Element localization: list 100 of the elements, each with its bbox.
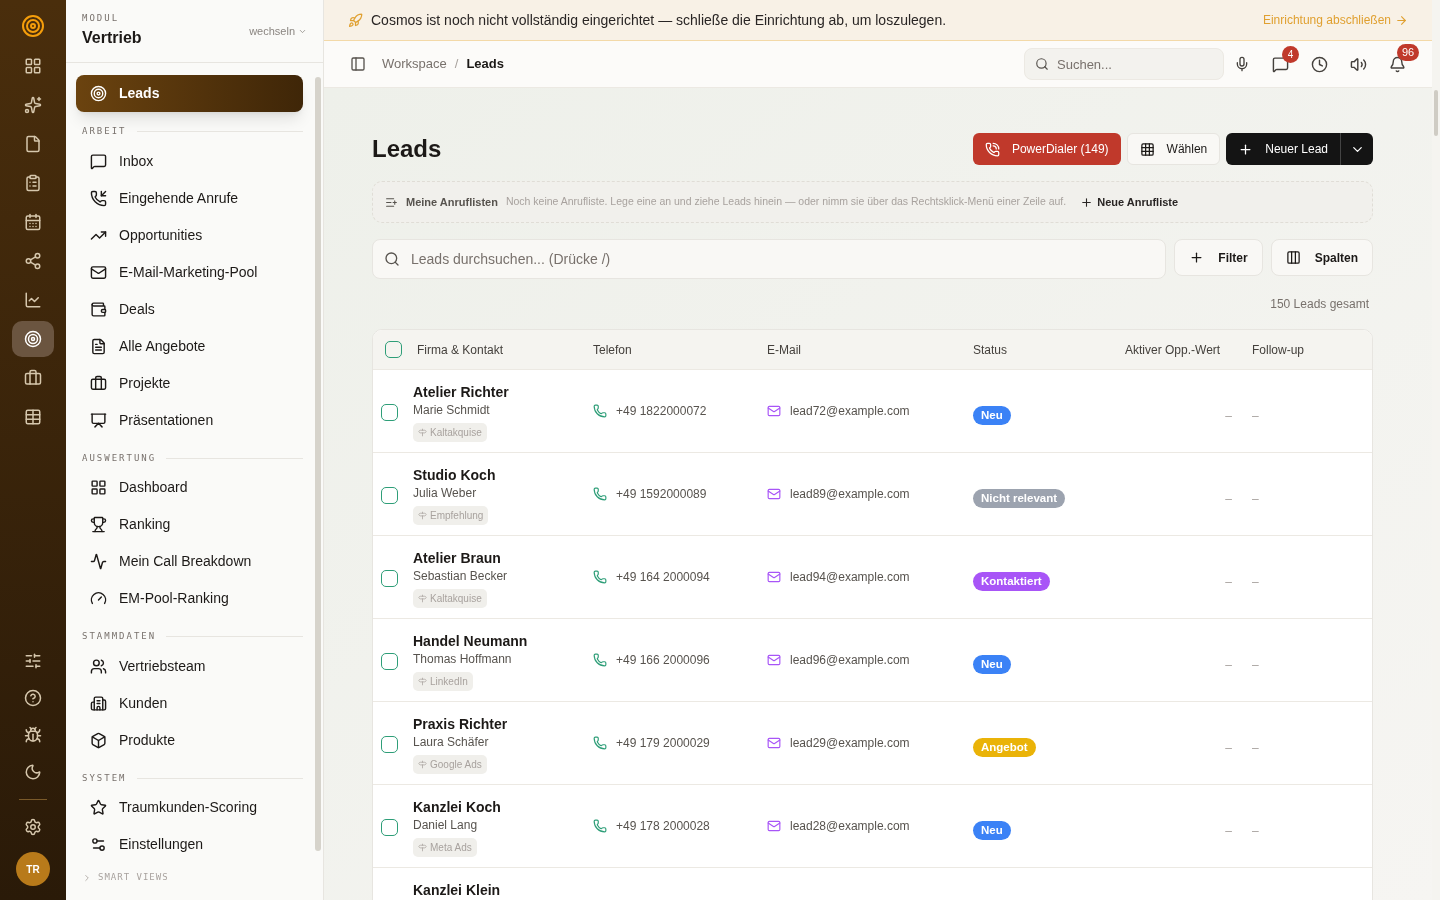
checkbox[interactable]: [381, 819, 398, 836]
sidebar-item[interactable]: Präsentationen: [76, 401, 303, 439]
document-icon: [90, 337, 107, 355]
mail-icon: [767, 736, 781, 750]
help-icon[interactable]: [24, 689, 42, 707]
phone-number[interactable]: +49 1592000089: [616, 485, 707, 503]
section-heading: AUSWERTUNG: [82, 451, 157, 465]
moon-icon[interactable]: [24, 763, 42, 781]
breadcrumb-link[interactable]: Workspace: [382, 54, 447, 74]
email-address[interactable]: lead94@example.com: [790, 568, 910, 586]
sidebar-item[interactable]: Dashboard: [76, 469, 303, 506]
column-header[interactable]: Follow-up: [1252, 342, 1305, 357]
email-address[interactable]: lead29@example.com: [790, 734, 910, 752]
mail-icon: [767, 487, 781, 501]
column-header[interactable]: Telefon: [593, 342, 632, 357]
sidebar-item[interactable]: Eingehende Anrufe: [76, 179, 303, 217]
opp-value: –: [1225, 409, 1232, 423]
email-address[interactable]: lead89@example.com: [790, 485, 910, 503]
sidebar-item[interactable]: Leads: [76, 75, 303, 112]
sidebar-item[interactable]: Inbox: [76, 142, 303, 180]
sidebar-item[interactable]: Produkte: [76, 721, 303, 759]
email-address[interactable]: lead28@example.com: [790, 817, 910, 835]
sidebar-item[interactable]: Alle Angebote: [76, 327, 303, 365]
phone-number[interactable]: +49 1822000072: [616, 402, 707, 420]
company-name[interactable]: Handel Neumann: [413, 632, 528, 650]
module-switch[interactable]: wechseln: [249, 22, 307, 40]
company-name[interactable]: Studio Koch: [413, 466, 496, 484]
speaker-icon[interactable]: [1350, 55, 1367, 73]
sidebar-toggle-icon[interactable]: [350, 56, 366, 72]
company-name[interactable]: Atelier Richter: [413, 383, 509, 401]
column-header[interactable]: Aktiver Opp.-Wert: [1125, 342, 1221, 357]
status-badge: Neu: [973, 655, 1011, 674]
signpost-icon: [418, 428, 427, 437]
search-icon: [384, 251, 400, 267]
clock-icon[interactable]: [1311, 55, 1328, 73]
follow-up: –: [1252, 409, 1259, 423]
source-tag: Kaltakquise: [413, 589, 487, 608]
building-icon: [90, 694, 107, 712]
count-badge: 96: [1397, 43, 1419, 61]
column-header[interactable]: E-Mail: [767, 342, 801, 357]
messages-icon[interactable]: [1272, 55, 1289, 73]
count-badge: 4: [1282, 45, 1299, 63]
notifications-icon[interactable]: [1389, 55, 1406, 73]
checkbox[interactable]: [385, 341, 402, 358]
user-avatar[interactable]: TR: [16, 852, 50, 886]
banner-text: Cosmos ist noch nicht vollständig eingerichtet — schließe die Einrichtung ab, um loszulegen.: [371, 10, 947, 30]
phone-number[interactable]: +49 179 2000029: [616, 734, 710, 752]
contact-name: Thomas Hoffmann: [413, 651, 512, 668]
contact-name: Julia Weber: [413, 485, 477, 502]
company-name[interactable]: Kanzlei Klein: [413, 881, 501, 899]
sliders-icon[interactable]: [24, 652, 42, 670]
sidebar-item[interactable]: Projekte: [76, 364, 303, 402]
checkbox[interactable]: [381, 570, 398, 587]
sidebar-item[interactable]: EM-Pool-Ranking: [76, 580, 303, 617]
email-address[interactable]: lead96@example.com: [790, 651, 910, 669]
leads-search-field[interactable]: Leads durchsuchen... (Drücke /): [372, 239, 1167, 279]
sidebar-item[interactable]: E-Mail-Marketing-Pool: [76, 253, 303, 291]
phone-number[interactable]: +49 166 2000096: [616, 651, 710, 669]
company-name[interactable]: Kanzlei Koch: [413, 798, 501, 816]
filter-button[interactable]: Filter: [1174, 239, 1263, 276]
new-call-list-button[interactable]: Neue Anrufliste: [1080, 193, 1179, 211]
status-badge: Angebot: [973, 738, 1036, 757]
sidebar-item[interactable]: Opportunities: [76, 216, 303, 254]
mail-icon: [767, 653, 781, 667]
phone-number[interactable]: +49 164 2000094: [616, 568, 710, 586]
opp-value: –: [1225, 824, 1232, 838]
email-address[interactable]: lead72@example.com: [790, 402, 910, 420]
sidebar-item[interactable]: Mein Call Breakdown: [76, 543, 303, 580]
checkbox[interactable]: [381, 404, 398, 421]
gauge-icon: [90, 590, 107, 607]
column-header[interactable]: Firma & Kontakt: [417, 342, 504, 357]
columns-button[interactable]: Spalten: [1270, 239, 1373, 276]
column-header[interactable]: Status: [973, 342, 1008, 357]
search-field[interactable]: Suchen...: [1024, 48, 1224, 80]
company-name[interactable]: Praxis Richter: [413, 715, 508, 733]
sidebar-item[interactable]: Kunden: [76, 684, 303, 722]
signpost-icon: [418, 594, 427, 603]
settings-icon[interactable]: [24, 818, 42, 836]
powerdialer-button[interactable]: PowerDialer (149): [972, 133, 1121, 165]
company-name[interactable]: Atelier Braun: [413, 549, 501, 567]
phone-icon: [593, 653, 607, 667]
rocket-icon: [348, 12, 363, 28]
checkbox[interactable]: [381, 736, 398, 753]
bug-icon[interactable]: [24, 726, 42, 744]
select-button[interactable]: Wählen: [1126, 133, 1221, 165]
phone-icon: [593, 819, 607, 833]
target-icon: [24, 330, 42, 348]
arrow-icon: [1395, 13, 1408, 27]
checkbox[interactable]: [381, 487, 398, 504]
sidebar-item[interactable]: Einstellungen: [76, 826, 303, 863]
mail-icon: [767, 404, 781, 418]
sidebar-item[interactable]: Traumkunden-Scoring: [76, 789, 303, 826]
line-chart-icon: [24, 291, 42, 309]
sidebar-item[interactable]: Deals: [76, 290, 303, 328]
sidebar-item[interactable]: Ranking: [76, 506, 303, 543]
phone-number[interactable]: +49 178 2000028: [616, 817, 710, 835]
microphone-icon[interactable]: [1234, 56, 1250, 72]
rail-button[interactable]: [12, 321, 54, 357]
checkbox[interactable]: [381, 653, 398, 670]
sidebar-item[interactable]: Vertriebsteam: [76, 647, 303, 685]
